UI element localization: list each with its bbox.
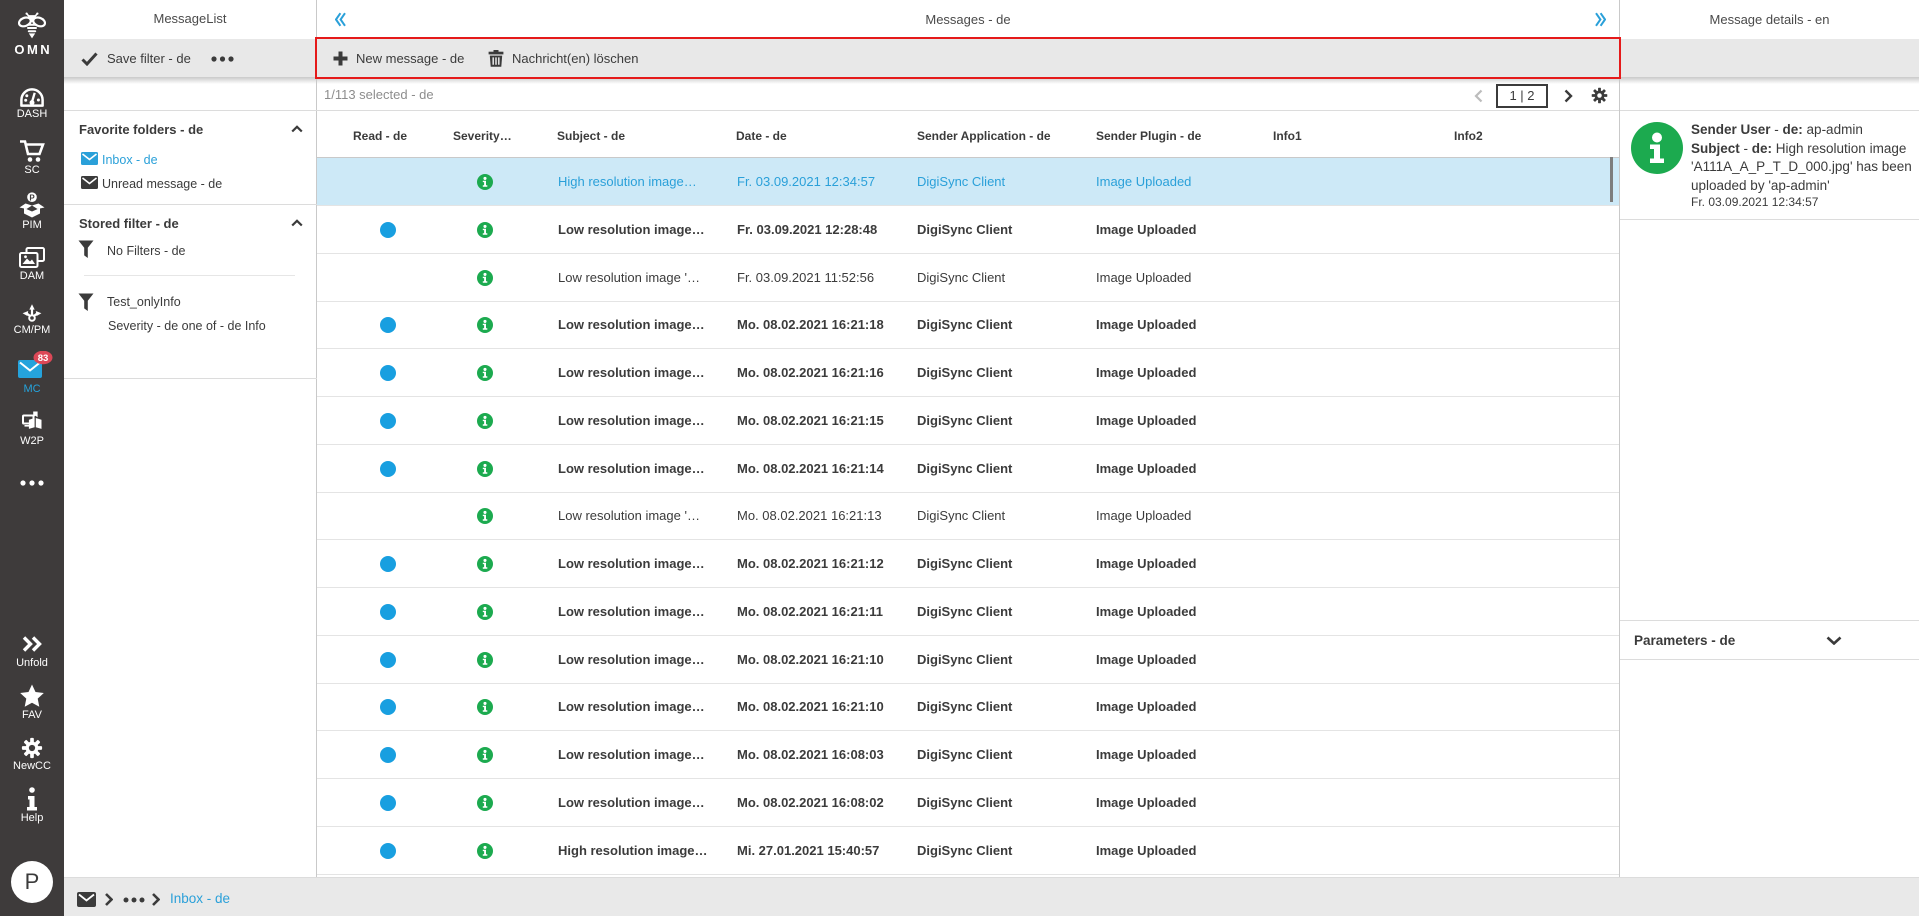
svg-text:P: P <box>29 194 35 203</box>
svg-text:83: 83 <box>38 353 49 364</box>
